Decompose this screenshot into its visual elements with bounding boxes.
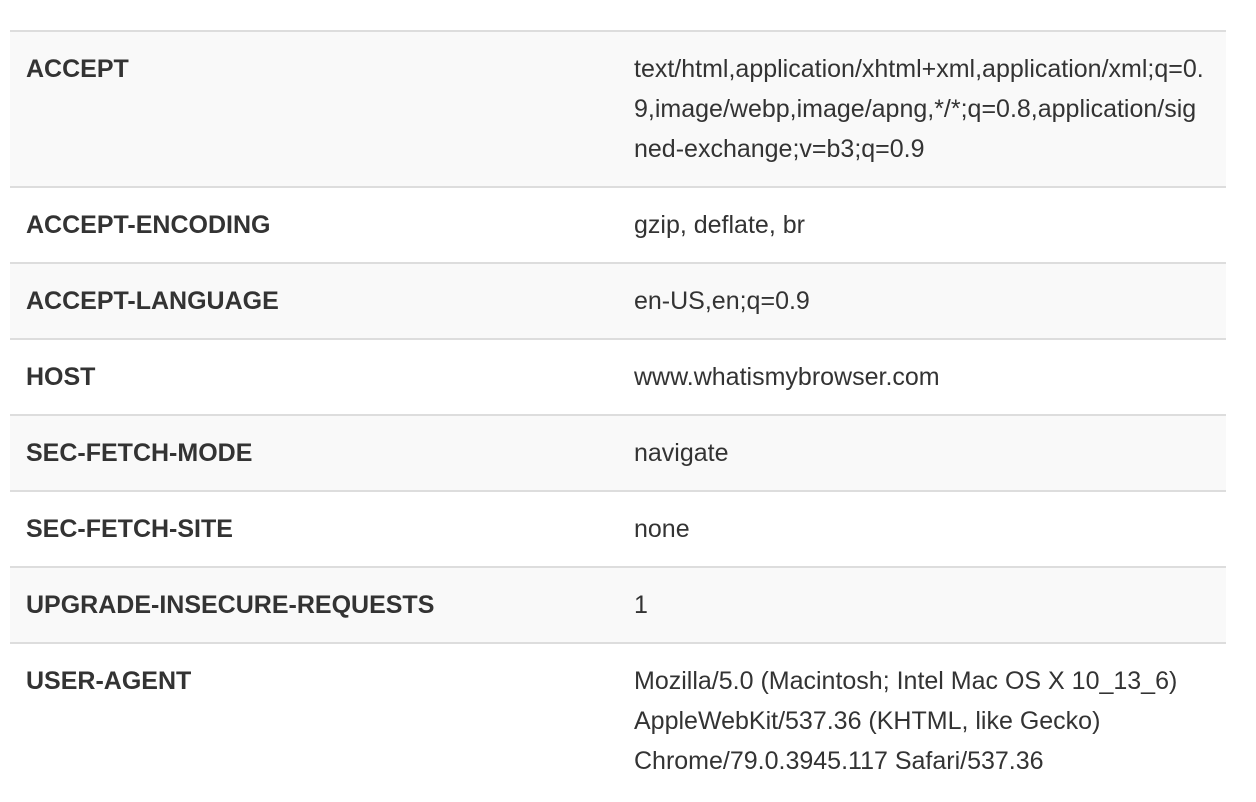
header-value-cell: navigate	[618, 415, 1226, 491]
header-name: SEC-FETCH-MODE	[26, 439, 253, 467]
table-row-accept-language: ACCEPT-LANGUAGE en-US,en;q=0.9	[10, 263, 1226, 339]
header-value-cell: Mozilla/5.0 (Macintosh; Intel Mac OS X 1…	[618, 643, 1226, 798]
header-value: none	[634, 515, 690, 543]
http-headers-table-container: ACCEPT text/html,application/xhtml+xml,a…	[10, 30, 1226, 798]
header-name-cell: USER-AGENT	[10, 643, 618, 798]
header-value-cell: 1	[618, 567, 1226, 643]
table-row-host: HOST www.whatismybrowser.com	[10, 339, 1226, 415]
header-value-cell: en-US,en;q=0.9	[618, 263, 1226, 339]
header-value-cell: www.whatismybrowser.com	[618, 339, 1226, 415]
header-value: gzip, deflate, br	[634, 211, 805, 239]
http-headers-table: ACCEPT text/html,application/xhtml+xml,a…	[10, 30, 1226, 798]
header-name-cell: ACCEPT-LANGUAGE	[10, 263, 618, 339]
header-name: USER-AGENT	[26, 667, 192, 695]
table-row-user-agent: USER-AGENT Mozilla/5.0 (Macintosh; Intel…	[10, 643, 1226, 798]
header-value: www.whatismybrowser.com	[634, 363, 940, 391]
header-value: text/html,application/xhtml+xml,applicat…	[634, 55, 1204, 163]
table-row-upgrade-insecure-requests: UPGRADE-INSECURE-REQUESTS 1	[10, 567, 1226, 643]
header-value: 1	[634, 591, 648, 619]
header-value-cell: text/html,application/xhtml+xml,applicat…	[618, 31, 1226, 187]
header-name: SEC-FETCH-SITE	[26, 515, 233, 543]
header-name-cell: SEC-FETCH-SITE	[10, 491, 618, 567]
table-row-accept: ACCEPT text/html,application/xhtml+xml,a…	[10, 31, 1226, 187]
header-value: navigate	[634, 439, 729, 467]
header-name: ACCEPT-LANGUAGE	[26, 287, 279, 315]
header-name-cell: HOST	[10, 339, 618, 415]
header-name: ACCEPT-ENCODING	[26, 211, 271, 239]
table-row-sec-fetch-site: SEC-FETCH-SITE none	[10, 491, 1226, 567]
header-name-cell: ACCEPT	[10, 31, 618, 187]
header-name-cell: UPGRADE-INSECURE-REQUESTS	[10, 567, 618, 643]
table-row-sec-fetch-mode: SEC-FETCH-MODE navigate	[10, 415, 1226, 491]
header-name: HOST	[26, 363, 96, 391]
header-value-cell: none	[618, 491, 1226, 567]
header-value: en-US,en;q=0.9	[634, 287, 810, 315]
header-name: UPGRADE-INSECURE-REQUESTS	[26, 591, 435, 619]
header-value-cell: gzip, deflate, br	[618, 187, 1226, 263]
table-row-accept-encoding: ACCEPT-ENCODING gzip, deflate, br	[10, 187, 1226, 263]
header-name-cell: SEC-FETCH-MODE	[10, 415, 618, 491]
header-name: ACCEPT	[26, 55, 129, 83]
header-name-cell: ACCEPT-ENCODING	[10, 187, 618, 263]
header-value: Mozilla/5.0 (Macintosh; Intel Mac OS X 1…	[634, 667, 1178, 775]
